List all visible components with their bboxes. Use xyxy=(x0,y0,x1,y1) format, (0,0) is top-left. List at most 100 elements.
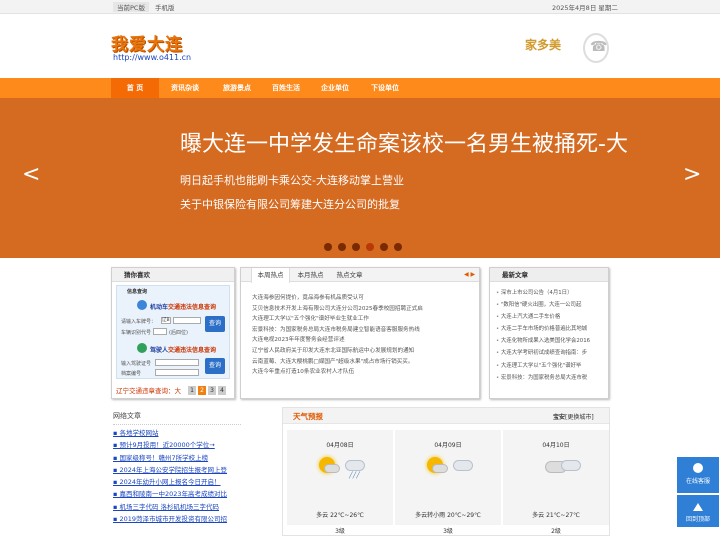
change-city-link[interactable]: [更换城市] xyxy=(565,414,594,421)
weather-icon-cloud xyxy=(535,457,585,479)
page-button[interactable]: 3 xyxy=(208,386,216,395)
arrow-up-icon xyxy=(693,501,703,511)
list-item[interactable]: 大连海参因何提价，竟品海参有机品质受认可 xyxy=(252,293,452,304)
banner-headline[interactable]: 曝大连一中学发生命案该校一名男生被捅死-大 xyxy=(180,126,628,158)
engine-hint: (后四位) xyxy=(169,330,188,336)
list-item[interactable]: 深市上市公司公告（4月1日） xyxy=(496,288,604,300)
prev-arrow-icon[interactable]: < xyxy=(22,162,40,187)
plate-input[interactable] xyxy=(173,317,201,324)
file-number-input[interactable] xyxy=(155,369,199,376)
nav-item-home[interactable]: 首 页 xyxy=(111,78,159,98)
nav-item-units[interactable]: 下设单位 xyxy=(361,78,409,98)
slider-dot[interactable] xyxy=(338,243,346,251)
back-to-top-button[interactable]: 回到顶部 xyxy=(677,495,719,527)
driver-query-title: 驾驶人交通违法信息查询 xyxy=(150,347,217,354)
license-input[interactable] xyxy=(155,359,199,366)
tab-weekly-hot[interactable]: 本周热点 xyxy=(251,268,290,283)
engine-label: 车辆识别代号 xyxy=(121,330,152,336)
brand-ad[interactable]: 家多美 xyxy=(525,33,611,67)
site-logo[interactable]: 我爱大连 xyxy=(111,30,183,55)
list-item[interactable]: 大连二手车市场的价格普遍比其地城 xyxy=(496,324,604,336)
list-item[interactable]: 云南蓝莓、大连大樱桃鹏□媒国产"超级水果"成占市场行销买买。 xyxy=(252,357,452,368)
traffic-query-panel: 信息查询 机动车交通违法信息查询 请输入车牌号： 辽B 车辆识别代号 (后四位)… xyxy=(116,285,230,379)
list-item[interactable]: 宏景科技：为国家税务总局大连市税务局建立智能语音客服服务热线 xyxy=(252,325,452,336)
mobile-version-link[interactable]: 手机版 xyxy=(155,2,175,12)
nav-item-travel[interactable]: 旅游景点 xyxy=(213,78,261,98)
weather-wind: 3级 xyxy=(335,528,345,535)
tab-hot-articles[interactable]: 热点文章 xyxy=(330,268,369,282)
list-item[interactable]: 嘉西和陵南一中2023年高考成绩对比 xyxy=(113,488,241,500)
list-item[interactable]: 大连理工大学以"五个强化"谱好毕 xyxy=(496,361,604,373)
plate-prefix-select[interactable]: 辽B xyxy=(161,317,171,324)
vehicle-query-button[interactable]: 查询 xyxy=(205,316,225,332)
weather-icon-sun-cloud xyxy=(427,457,477,479)
brand-name: 家多美 xyxy=(525,38,562,52)
list-item[interactable]: 2024年上海公安学院招生报考网上登 xyxy=(113,464,241,476)
news-tabs: 本周热点 本月热点 热点文章 ◀ ▶ xyxy=(241,268,479,283)
weather-title: 天气预报 xyxy=(293,412,323,421)
list-item[interactable]: 2024年幼升小网上报名今日开启！ xyxy=(113,476,241,488)
list-item[interactable]: 大连电视2023年年度警务会经营评述 xyxy=(252,335,452,346)
slider-dot-active[interactable] xyxy=(366,243,374,251)
engine-input[interactable] xyxy=(153,328,167,335)
main-nav: 首 页 资讯杂谈 旅游景点 百姓生活 企业单位 下设单位 xyxy=(0,78,720,98)
list-item[interactable]: 大连化物所成果入选美国化学会2016 xyxy=(496,336,604,348)
list-item[interactable]: 大连今年重点打造10条农业农村人才队伍 xyxy=(252,367,452,378)
online-consult-button[interactable]: 在线客服 xyxy=(677,457,719,493)
list-item[interactable]: "数阳信"硬火出圈，大连一公司起 xyxy=(496,300,604,312)
latest-articles-list: 深市上市公司公告（4月1日） "数阳信"硬火出圈，大连一公司起 大连上汽大通二手… xyxy=(496,288,604,385)
slider-dot[interactable] xyxy=(380,243,388,251)
weather-date: 04月10日 xyxy=(542,442,570,449)
list-item[interactable]: 大连上汽大通二手车价格 xyxy=(496,312,604,324)
nav-item-news[interactable]: 资讯杂谈 xyxy=(161,78,209,98)
weather-widget: 天气预报 宝安[更换城市] 04月08日 ╱╱╱ 多云 22℃~26℃ 3级 0… xyxy=(282,407,610,536)
vehicle-query-title: 机动车交通违法信息查询 xyxy=(150,304,217,311)
license-label: 输入驾驶证号 xyxy=(121,361,152,367)
hot-news-list: 大连海参因何提价，竟品海参有机品质受认可 艾贝信息技术开发上海有限公司大连分公司… xyxy=(252,293,452,378)
weather-city: 宝安[更换城市] xyxy=(553,414,594,421)
hot-news-box: 本周热点 本月热点 热点文章 ◀ ▶ 大连海参因何提价，竟品海参有机品质受认可 … xyxy=(240,267,480,399)
tab-scroll-arrows-icon[interactable]: ◀ ▶ xyxy=(464,271,475,278)
traffic-footer-text[interactable]: 辽宁交通违章查询：大 xyxy=(116,385,181,395)
page-button-active[interactable]: 2 xyxy=(198,386,206,395)
net-articles-title: 网络文章 xyxy=(113,412,141,420)
next-arrow-icon[interactable]: > xyxy=(683,162,701,187)
info-query-label: 信息查询 xyxy=(127,289,148,295)
site-url[interactable]: http://www.o411.cn xyxy=(113,53,191,62)
net-articles-list: 各地学校网站 预计9月投用！近20000个学位→ 国家级称号！赣州7所学校上榜 … xyxy=(113,424,241,536)
current-date: 2025年4月8日 星期二 xyxy=(552,4,618,12)
list-item[interactable]: 艾贝信息技术开发上海有限公司大连分公司2025春季校园招聘正式启 xyxy=(252,304,452,315)
list-item[interactable]: 大连理工大学以"五个强化"谱好毕业生就业工作 xyxy=(252,314,452,325)
banner-slider: 曝大连一中学发生命案该校一名男生被捅死-大 明日起手机也能刷卡乘公交-大连移动掌… xyxy=(0,98,720,258)
person-icon xyxy=(693,463,703,473)
list-item[interactable]: 2019菏泽市城市开发投资有限公司招 xyxy=(113,513,241,525)
slider-dot[interactable] xyxy=(352,243,360,251)
driver-query-button[interactable]: 查询 xyxy=(205,358,225,374)
banner-link-1[interactable]: 明日起手机也能刷卡乘公交-大连移动掌上营业 xyxy=(180,172,404,188)
tab-monthly-hot[interactable]: 本月热点 xyxy=(291,268,330,282)
page-button[interactable]: 4 xyxy=(218,386,226,395)
weather-condition: 多云 22℃~26℃ xyxy=(316,512,364,519)
slider-dot[interactable] xyxy=(324,243,332,251)
list-item[interactable]: 各地学校网站 xyxy=(113,427,241,439)
list-item[interactable]: 预计9月投用！近20000个学位→ xyxy=(113,439,241,451)
nav-item-life[interactable]: 百姓生活 xyxy=(262,78,310,98)
driver-icon xyxy=(137,343,147,353)
list-item[interactable]: 大连大学考研初试成绩查询指南：步 xyxy=(496,348,604,360)
list-item[interactable]: 国家级称号！赣州7所学校上榜 xyxy=(113,452,241,464)
page-button[interactable]: 1 xyxy=(188,386,196,395)
plate-label: 请输入车牌号： xyxy=(121,319,157,325)
list-item[interactable]: 宏景科技：为国家税务总局大连市税 xyxy=(496,373,604,385)
nav-item-companies[interactable]: 企业单位 xyxy=(311,78,359,98)
list-item[interactable]: 辽宁省人民政府关于印发大连东北亚国际航运中心发展规划的通知 xyxy=(252,346,452,357)
banner-link-2[interactable]: 关于中银保险有限公司筹建大连分公司的批复 xyxy=(180,196,400,212)
weather-icon-sun-cloud-rain: ╱╱╱ xyxy=(319,457,369,479)
weather-wind: 3级 xyxy=(443,528,453,535)
weather-day: 04月09日 多云转小雨 20℃~29℃ 3级 xyxy=(395,430,501,535)
list-item[interactable]: 机场三字代码 洛杉矶机场三字代码 xyxy=(113,501,241,513)
phone-icon xyxy=(583,33,609,63)
weather-day: 04月10日 多云 21℃~27℃ 2级 xyxy=(503,430,609,535)
slider-dot[interactable] xyxy=(394,243,402,251)
pc-version-link[interactable]: 当前PC版 xyxy=(113,2,149,12)
car-icon xyxy=(137,300,147,310)
